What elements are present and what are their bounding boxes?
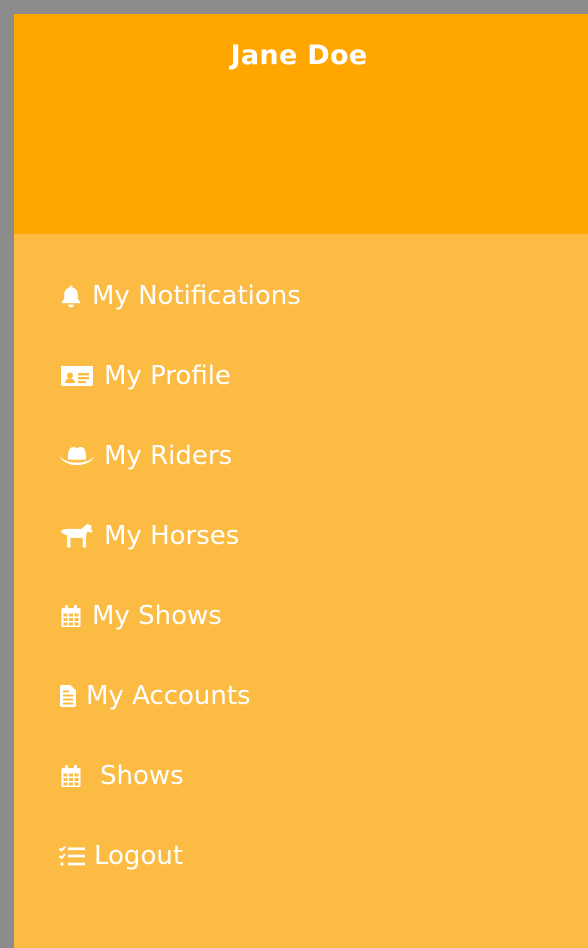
menu-item-label: My Notifications bbox=[92, 281, 301, 311]
menu-item-my-horses[interactable]: My Horses bbox=[14, 496, 588, 576]
menu-item-label: My Riders bbox=[104, 441, 233, 471]
user-name: Jane Doe bbox=[230, 40, 368, 71]
calendar-icon bbox=[58, 763, 84, 789]
sidebar-panel: Jane Doe My Notifications My Profile My … bbox=[14, 14, 588, 948]
id-card-icon bbox=[58, 363, 96, 389]
menu-item-my-profile[interactable]: My Profile bbox=[14, 336, 588, 416]
checklist-icon bbox=[58, 843, 86, 869]
menu-item-my-notifications[interactable]: My Notifications bbox=[14, 256, 588, 336]
horse-icon bbox=[58, 523, 96, 549]
menu-item-shows[interactable]: Shows bbox=[14, 736, 588, 816]
menu-item-my-riders[interactable]: My Riders bbox=[14, 416, 588, 496]
document-icon bbox=[58, 683, 78, 709]
menu-item-label: My Accounts bbox=[86, 681, 251, 711]
bell-icon bbox=[58, 283, 84, 309]
sidebar-frame: Jane Doe My Notifications My Profile My … bbox=[0, 0, 588, 948]
menu-item-label: Logout bbox=[94, 841, 184, 871]
menu-item-label: My Profile bbox=[104, 361, 231, 391]
menu-item-label: My Shows bbox=[92, 601, 222, 631]
menu-item-my-shows[interactable]: My Shows bbox=[14, 576, 588, 656]
menu-item-my-accounts[interactable]: My Accounts bbox=[14, 656, 588, 736]
menu-item-label: Shows bbox=[100, 761, 184, 791]
menu-item-label: My Horses bbox=[104, 521, 240, 551]
sidebar-header: Jane Doe bbox=[14, 14, 588, 234]
calendar-icon bbox=[58, 603, 84, 629]
menu-item-logout[interactable]: Logout bbox=[14, 816, 588, 896]
cowboy-hat-icon bbox=[58, 443, 96, 469]
sidebar-menu: My Notifications My Profile My Riders My… bbox=[14, 256, 588, 896]
